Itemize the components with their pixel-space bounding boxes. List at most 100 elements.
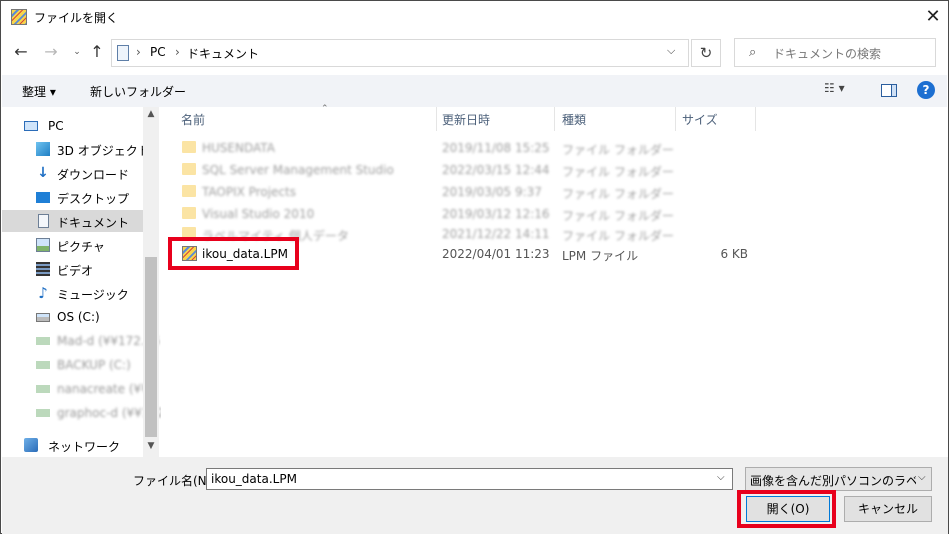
sidebar-item-network[interactable]: ネットワーク [2,434,143,456]
file-date: 2019/03/12 12:16 [442,207,550,221]
sidebar-item-label: ドキュメント [57,216,130,230]
file-type: ファイル フォルダー [562,165,674,179]
filename-value: ikou_data.LPM [211,472,297,486]
filename-dropdown-icon[interactable]: ⌵ [717,472,725,483]
window-title: ファイルを開く [34,11,119,25]
recent-locations-chevron-icon[interactable]: ⌄ [67,41,87,63]
column-header-label: 名前 [181,113,206,127]
sidebar-item-label: nanacreate (¥¥o [57,382,157,396]
forward-arrow-icon[interactable]: → [41,41,61,63]
column-divider[interactable] [675,107,676,131]
file-type: ファイル フォルダー [562,143,674,157]
address-dropdown-icon[interactable]: ⌵ [667,44,675,58]
open-file-dialog: ファイルを開く ✕ ← → ⌄ ↑ › PC › ドキュメント ⌵ ↻ ⌕ ドキ… [0,0,949,534]
close-button[interactable]: ✕ [920,4,946,30]
sidebar-item-label: BACKUP (C:) [57,358,131,372]
command-toolbar: 整理 ▾ 新しいフォルダー ☷ ▾ ? [2,75,947,107]
column-header-date[interactable]: 更新日時 [442,111,552,135]
organize-menu-button[interactable]: 整理 ▾ [22,83,56,100]
filename-label: ファイル名(N): [133,474,216,488]
sidebar-item-network-drive[interactable]: nanacreate (¥¥o [2,378,156,400]
address-bar[interactable]: › PC › ドキュメント ⌵ [111,39,689,67]
network-drive-icon [36,337,50,345]
breadcrumb-documents[interactable]: ドキュメント [187,45,259,62]
sidebar-item-label: ビデオ [57,264,94,278]
sidebar-item-downloads[interactable]: ↓ ダウンロード [2,162,143,184]
file-date: 2019/03/05 9:37 [442,185,542,199]
breadcrumb-separator-icon[interactable]: › [136,45,141,59]
search-placeholder: ドキュメントの検索 [773,47,882,61]
column-header-size[interactable]: サイズ [682,111,752,135]
network-drive-icon [36,409,50,417]
sidebar-item-pc[interactable]: PC [2,115,143,137]
file-row[interactable]: TAOPIX Projects 2019/03/05 9:37 ファイル フォル… [176,181,756,203]
filter-value: 画像を含んだ別パソコンのラベルドク [750,474,916,488]
sidebar-item-pictures[interactable]: ピクチャ [2,234,143,256]
sidebar-item-label: デスクトップ [57,192,130,206]
file-type: LPM ファイル [562,249,639,263]
sidebar-item-desktop[interactable]: デスクトップ [2,186,143,208]
sidebar-item-label: ネットワーク [48,440,121,454]
file-type: ファイル フォルダー [562,209,674,223]
cancel-button[interactable]: キャンセル [844,496,932,522]
breadcrumb-separator-icon[interactable]: › [175,45,180,59]
sidebar-scrollbar[interactable]: ▲ ▼ [143,107,159,457]
title-bar: ファイルを開く ✕ [1,1,948,33]
folder-icon [182,207,196,219]
sidebar-item-label: ピクチャ [57,240,105,254]
file-row[interactable]: HUSENDATA 2019/11/08 15:25 ファイル フォルダー [176,137,756,159]
column-divider[interactable] [755,107,756,131]
scroll-up-icon[interactable]: ▲ [143,109,159,119]
documents-icon [38,214,49,228]
view-options-button[interactable]: ☷ ▾ [824,81,845,95]
navigation-pane: PC 3D オブジェクト ↓ ダウンロード デスクトップ ドキュメント ピクチャ… [2,107,169,457]
sidebar-item-network-drive[interactable]: BACKUP (C:) [2,354,143,376]
file-row[interactable]: SQL Server Management Studio 2022/03/15 … [176,159,756,181]
pc-icon [24,121,38,131]
column-divider[interactable] [436,107,437,131]
column-divider[interactable] [554,107,555,131]
sidebar-item-documents[interactable]: ドキュメント [2,210,143,232]
sort-ascending-icon: ⌃ [321,104,329,114]
sidebar-item-label: 3D オブジェクト [57,144,150,158]
scroll-down-icon[interactable]: ▼ [143,441,159,451]
file-name: HUSENDATA [202,141,275,155]
desktop-icon [36,192,50,203]
highlight-box-open-button [737,490,836,528]
refresh-button[interactable]: ↻ [691,39,721,67]
highlight-box-file [168,237,299,270]
folder-icon [182,141,196,153]
file-name: TAOPIX Projects [202,185,296,199]
help-icon[interactable]: ? [917,81,935,99]
file-type-filter-select[interactable]: 画像を含んだ別パソコンのラベルドク ⌵ [745,467,932,491]
app-icon [11,9,27,25]
file-name: SQL Server Management Studio [202,163,394,177]
sidebar-item-music[interactable]: ♪ ミュージック [2,282,143,304]
filename-input[interactable]: ikou_data.LPM ⌵ [206,468,733,490]
sidebar-item-3d-objects[interactable]: 3D オブジェクト [2,138,150,160]
column-header-name[interactable]: ⌃ 名前 [181,104,437,135]
scrollbar-thumb[interactable] [145,257,157,437]
back-arrow-icon[interactable]: ← [11,41,31,63]
video-icon [36,262,50,276]
new-folder-button[interactable]: 新しいフォルダー [90,83,186,100]
sidebar-item-os-drive[interactable]: OS (C:) [2,306,143,328]
file-date: 2022/03/15 12:44 [442,163,550,177]
folder-icon [182,163,196,175]
sidebar-item-label: ダウンロード [57,168,130,182]
sidebar-item-label: PC [48,119,64,133]
file-row[interactable]: Visual Studio 2010 2019/03/12 12:16 ファイル… [176,203,756,225]
breadcrumb-pc[interactable]: PC [150,45,166,59]
search-box[interactable]: ⌕ ドキュメントの検索 [734,38,936,67]
sidebar-item-network-drive[interactable]: Mad-d (¥¥172.16 [2,330,160,352]
filter-dropdown-icon: ⌵ [918,472,926,483]
up-arrow-icon[interactable]: ↑ [87,41,107,63]
file-date: 2021/12/22 14:11 [442,227,550,241]
column-header-type[interactable]: 種類 [562,111,672,135]
sidebar-item-video[interactable]: ビデオ [2,258,143,280]
documents-location-icon [117,45,129,61]
sidebar-item-network-drive[interactable]: graphoc-d (¥¥172. [2,402,169,424]
file-list: ⌃ 名前 更新日時 種類 サイズ HUSENDATA 2019/11/08 15… [161,104,947,457]
folder-icon [182,185,196,197]
preview-pane-icon[interactable] [881,84,897,97]
